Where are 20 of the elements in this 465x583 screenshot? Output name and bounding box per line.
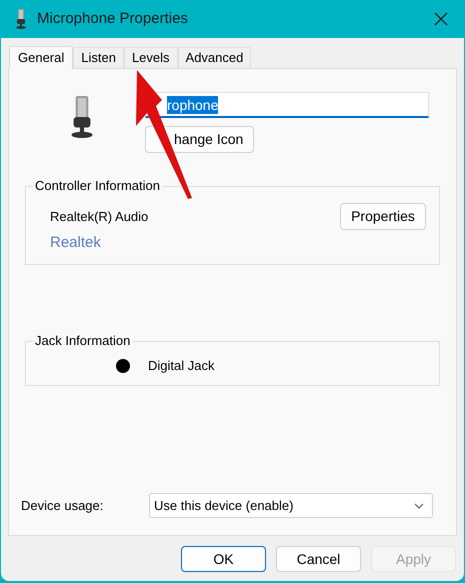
- ok-button[interactable]: OK: [181, 546, 266, 572]
- selected-text: rophone: [167, 96, 218, 114]
- window-title: Microphone Properties: [37, 8, 189, 29]
- dialog-button[interactable]: Cancel: [276, 546, 361, 572]
- tab[interactable]: General: [9, 46, 74, 69]
- device-usage-label: Device usage:: [21, 496, 104, 515]
- chevron-down-icon: [414, 502, 424, 508]
- close-icon[interactable]: [434, 12, 448, 26]
- microphone-icon: [69, 96, 95, 138]
- properties-button[interactable]: Properties: [340, 203, 426, 230]
- realtek-link[interactable]: Realtek: [50, 232, 415, 254]
- controller-name: Realtek(R) Audio: [50, 208, 148, 226]
- tab[interactable]: Advanced: [178, 47, 252, 68]
- name-field[interactable]: rophone: [145, 92, 429, 118]
- jack-label: Digital Jack: [148, 357, 214, 376]
- tab[interactable]: Levels: [124, 47, 178, 68]
- tab[interactable]: Listen: [73, 47, 124, 68]
- microphone-icon: [15, 9, 27, 29]
- change-icon-button[interactable]: hange Icon: [145, 126, 254, 153]
- device-usage-dropdown[interactable]: Use this device (enable): [149, 493, 433, 518]
